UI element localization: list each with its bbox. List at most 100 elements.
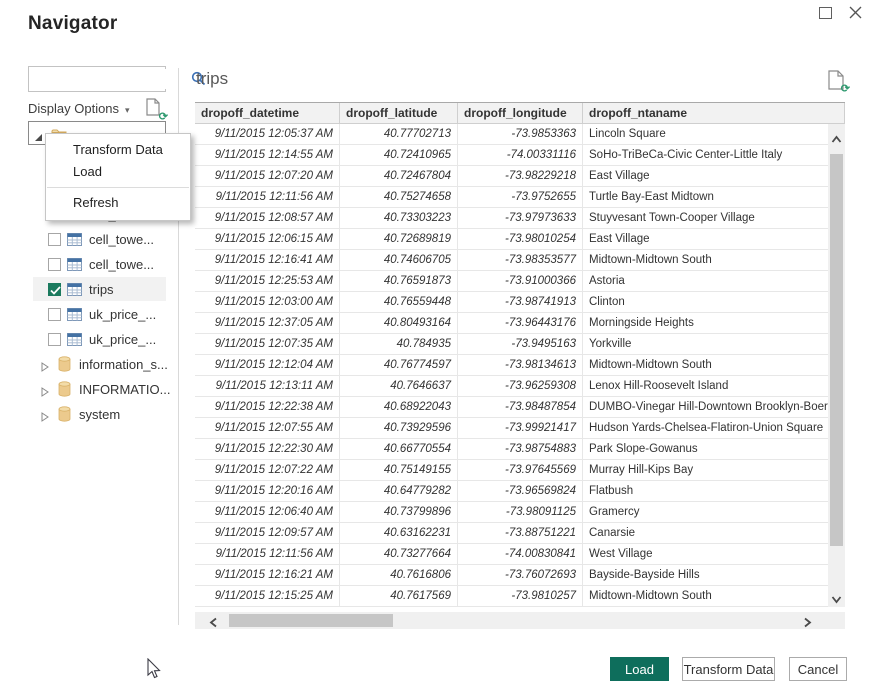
checkbox-unchecked[interactable] (48, 308, 61, 321)
menu-item-load[interactable]: Load (46, 161, 190, 183)
page-title: Navigator (28, 13, 117, 35)
table-cell: 40.72689819 (340, 229, 458, 249)
table-cell: 40.66770554 (340, 439, 458, 459)
display-options-label: Display Options (28, 101, 119, 116)
menu-item-refresh[interactable]: Refresh (46, 192, 190, 214)
table-cell: -73.88751221 (458, 523, 583, 543)
scroll-up-icon[interactable] (831, 132, 842, 143)
checkbox-unchecked[interactable] (48, 233, 61, 246)
scroll-left-icon[interactable] (208, 615, 219, 626)
collapsed-triangle-icon[interactable] (40, 359, 49, 369)
table-cell: 9/11/2015 12:05:37 AM (195, 124, 340, 144)
refresh-preview-icon[interactable]: ⟳ (828, 70, 848, 92)
maximize-icon[interactable] (819, 7, 832, 19)
table-icon (67, 233, 82, 246)
navigator-dialog: { "window": { "title": "Navigator" }, "s… (0, 0, 873, 691)
vertical-scrollbar[interactable] (828, 124, 845, 607)
load-button[interactable]: Load (610, 657, 669, 681)
tree-item-label: uk_price_... (89, 307, 156, 322)
horizontal-scroll-thumb[interactable] (229, 614, 393, 627)
table-cell: 9/11/2015 12:07:35 AM (195, 334, 340, 354)
tree-item-uk-price-2[interactable]: uk_price_... (28, 327, 166, 351)
tree-item-trips[interactable]: trips (33, 277, 166, 301)
checkbox-checked[interactable] (48, 283, 61, 296)
tree-item-label: INFORMATIO... (79, 382, 170, 397)
table-cell: -73.98487854 (458, 397, 583, 417)
expanded-triangle-icon[interactable] (34, 129, 43, 138)
tree-item-cell-towers-3[interactable]: cell_towe... (28, 252, 166, 276)
column-header[interactable]: dropoff_ntaname (583, 103, 845, 123)
table-cell: Midtown-Midtown South (583, 586, 845, 606)
table-cell: -73.96259308 (458, 376, 583, 396)
table-cell: 9/11/2015 12:06:40 AM (195, 502, 340, 522)
table-row: 9/11/2015 12:14:55 AM40.72410965-74.0033… (195, 145, 845, 166)
search-box (28, 66, 166, 92)
table-cell: -74.00830841 (458, 544, 583, 564)
column-header[interactable]: dropoff_datetime (195, 103, 340, 123)
scroll-down-icon[interactable] (831, 592, 842, 603)
tree-item-uk-price-1[interactable]: uk_price_... (28, 302, 166, 326)
tree-item-label: cell_towe... (89, 232, 154, 247)
tree-item-system[interactable]: system (28, 402, 166, 426)
table-cell: 9/11/2015 12:07:22 AM (195, 460, 340, 480)
tree-item-information-schema-caps[interactable]: INFORMATIO... (28, 377, 166, 401)
checkbox-unchecked[interactable] (48, 333, 61, 346)
table-cell: 9/11/2015 12:14:55 AM (195, 145, 340, 165)
checkbox-unchecked[interactable] (48, 258, 61, 271)
column-header[interactable]: dropoff_longitude (458, 103, 583, 123)
display-options-dropdown[interactable]: Display Options▾ (28, 101, 130, 116)
table-cell: 40.77702713 (340, 124, 458, 144)
table-cell: 9/11/2015 12:12:04 AM (195, 355, 340, 375)
table-cell: 40.68922043 (340, 397, 458, 417)
table-cell: -73.98741913 (458, 292, 583, 312)
refresh-list-icon[interactable]: ⟳ (146, 98, 166, 120)
table-cell: 40.73303223 (340, 208, 458, 228)
table-cell: 40.76591873 (340, 271, 458, 291)
table-cell: Murray Hill-Kips Bay (583, 460, 845, 480)
tree-item-information-schema[interactable]: information_s... (28, 352, 166, 376)
table-cell: -73.9495163 (458, 334, 583, 354)
table-cell: 40.76559448 (340, 292, 458, 312)
table-cell: 40.74606705 (340, 250, 458, 270)
table-cell: 9/11/2015 12:11:56 AM (195, 187, 340, 207)
table-cell: 9/11/2015 12:06:15 AM (195, 229, 340, 249)
cancel-button[interactable]: Cancel (789, 657, 847, 681)
table-cell: -73.96569824 (458, 481, 583, 501)
table-cell: 40.7616806 (340, 565, 458, 585)
table-cell: 9/11/2015 12:22:30 AM (195, 439, 340, 459)
table-cell: 9/11/2015 12:25:53 AM (195, 271, 340, 291)
transform-data-button[interactable]: Transform Data (682, 657, 775, 681)
collapsed-triangle-icon[interactable] (40, 384, 49, 394)
table-row: 9/11/2015 12:03:00 AM40.76559448-73.9874… (195, 292, 845, 313)
table-body: 9/11/2015 12:05:37 AM40.77702713-73.9853… (195, 124, 845, 607)
close-icon[interactable] (847, 4, 865, 22)
search-input[interactable] (29, 69, 189, 89)
table-cell: 9/11/2015 12:03:00 AM (195, 292, 340, 312)
table-cell: Stuyvesant Town-Cooper Village (583, 208, 845, 228)
table-row: 9/11/2015 12:15:25 AM40.7617569-73.98102… (195, 586, 845, 607)
table-cell: -73.97645569 (458, 460, 583, 480)
table-cell: Astoria (583, 271, 845, 291)
table-cell: -73.98091125 (458, 502, 583, 522)
table-row: 9/11/2015 12:07:35 AM40.784935-73.949516… (195, 334, 845, 355)
table-icon (67, 283, 82, 296)
table-cell: 9/11/2015 12:37:05 AM (195, 313, 340, 333)
table-cell: 40.73929596 (340, 418, 458, 438)
table-cell: Canarsie (583, 523, 845, 543)
table-row: 9/11/2015 12:13:11 AM40.7646637-73.96259… (195, 376, 845, 397)
column-header[interactable]: dropoff_latitude (340, 103, 458, 123)
table-row: 9/11/2015 12:11:56 AM40.75274658-73.9752… (195, 187, 845, 208)
table-cell: East Village (583, 229, 845, 249)
scroll-right-icon[interactable] (802, 615, 813, 626)
horizontal-scrollbar[interactable] (195, 612, 845, 629)
table-cell: -73.9752655 (458, 187, 583, 207)
tree-item-label: trips (89, 282, 114, 297)
collapsed-triangle-icon[interactable] (40, 409, 49, 419)
tree-item-cell-towers-2[interactable]: cell_towe... (28, 227, 166, 251)
tree-item-label: information_s... (79, 357, 168, 372)
table-cell: Yorkville (583, 334, 845, 354)
vertical-scroll-thumb[interactable] (830, 154, 843, 546)
menu-item-transform-data[interactable]: Transform Data (46, 139, 190, 161)
table-cell: Clinton (583, 292, 845, 312)
table-cell: 40.7617569 (340, 586, 458, 606)
